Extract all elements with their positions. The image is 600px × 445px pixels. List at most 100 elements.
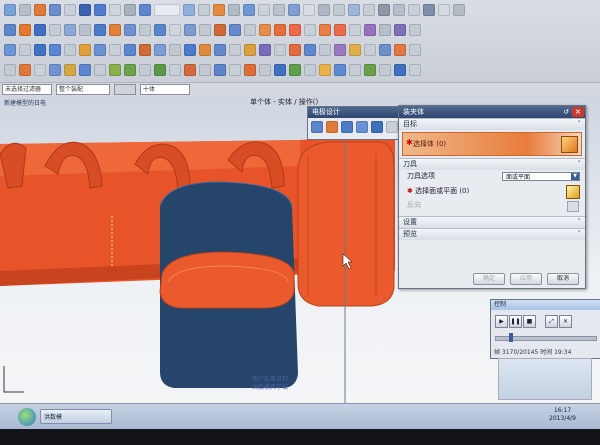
toolbar-button[interactable] <box>4 44 16 56</box>
pause-icon[interactable]: ❚❚ <box>509 315 522 328</box>
toolbar-button[interactable] <box>379 24 391 36</box>
toolbar-button[interactable] <box>274 64 286 76</box>
toolbar-button[interactable] <box>109 64 121 76</box>
toolbar-button[interactable] <box>94 24 106 36</box>
toolbar-button[interactable] <box>19 24 31 36</box>
toolbar-button[interactable] <box>289 44 301 56</box>
toolbar-button[interactable] <box>79 24 91 36</box>
toolbar-button[interactable] <box>109 44 121 56</box>
toolbar-button[interactable] <box>49 4 61 16</box>
toolbar-button[interactable] <box>199 64 211 76</box>
toolbar-button[interactable] <box>409 64 421 76</box>
toolbar-button[interactable] <box>184 44 196 56</box>
toolbar-button[interactable] <box>259 44 271 56</box>
toolbar-button[interactable] <box>274 44 286 56</box>
close-icon[interactable]: × <box>572 107 584 117</box>
toolbar-button[interactable] <box>139 44 151 56</box>
toolbar-button[interactable] <box>409 44 421 56</box>
playback-slider-thumb[interactable] <box>509 333 513 342</box>
toolbar-button[interactable] <box>124 24 136 36</box>
toolbar-button[interactable] <box>394 64 406 76</box>
toolbar-button[interactable] <box>124 44 136 56</box>
toolbar-button[interactable] <box>393 4 405 16</box>
play-icon[interactable]: ▶ <box>495 315 508 328</box>
toolbar-button[interactable] <box>154 4 180 16</box>
reverse-direction-icon[interactable] <box>567 201 579 212</box>
toolbar-button[interactable] <box>274 24 286 36</box>
section-settings[interactable]: 设置 ˅ <box>399 216 585 228</box>
type-filter-dropdown[interactable]: 未选择过滤器 <box>2 84 52 95</box>
toolbar-button[interactable] <box>364 44 376 56</box>
toolbar-button[interactable] <box>49 24 61 36</box>
toolbar-button[interactable] <box>154 24 166 36</box>
toolbar-button[interactable] <box>363 4 375 16</box>
electrode-tool-icon[interactable] <box>356 121 368 133</box>
ok-button[interactable]: 确定 <box>473 273 505 285</box>
toolbar-button[interactable] <box>394 44 406 56</box>
toolbar-button[interactable] <box>319 24 331 36</box>
toolbar-button[interactable] <box>34 44 46 56</box>
toolbar-button[interactable] <box>169 64 181 76</box>
toolbar-button[interactable] <box>184 24 196 36</box>
toolbar-button[interactable] <box>379 44 391 56</box>
reverse-direction-row[interactable]: 反向 <box>399 199 585 212</box>
toolbar-button[interactable] <box>228 4 240 16</box>
toolbar-button[interactable] <box>124 4 136 16</box>
electrode-tool-icon[interactable] <box>341 121 353 133</box>
toolbar-button[interactable] <box>453 4 465 16</box>
toolbar-button[interactable] <box>4 24 16 36</box>
toolbar-button[interactable] <box>19 44 31 56</box>
toolbar-button[interactable] <box>364 24 376 36</box>
toolbar-button[interactable] <box>169 44 181 56</box>
toolbar-button[interactable] <box>259 64 271 76</box>
apply-button[interactable]: 应用 <box>510 273 542 285</box>
toolbar-button[interactable] <box>49 64 61 76</box>
toolbar-button[interactable] <box>19 64 31 76</box>
toolbar-button[interactable] <box>258 4 270 16</box>
toolbar-button[interactable] <box>409 24 421 36</box>
snap-dropdown[interactable]: 十体 <box>140 84 190 95</box>
toolbar-button[interactable] <box>438 4 450 16</box>
tool-option-select[interactable]: 面或平面 ▼ <box>502 172 580 181</box>
toolbar-button[interactable] <box>378 4 390 16</box>
toolbar-button[interactable] <box>4 64 16 76</box>
toolbar-button[interactable] <box>304 44 316 56</box>
toolbar-button[interactable] <box>304 24 316 36</box>
toolbar-button[interactable] <box>423 4 435 16</box>
toolbar-button[interactable] <box>94 4 106 16</box>
zoom-icon[interactable]: ⤢ <box>545 315 558 328</box>
toolbar-button[interactable] <box>244 44 256 56</box>
toolbar-button[interactable] <box>4 4 16 16</box>
toolbar-button[interactable] <box>94 64 106 76</box>
toolbar-button[interactable] <box>154 44 166 56</box>
toolbar-button[interactable] <box>94 44 106 56</box>
toolbar-button[interactable] <box>214 24 226 36</box>
toolbar-button[interactable] <box>154 64 166 76</box>
toolbar-button[interactable] <box>318 4 330 16</box>
toolbar-button[interactable] <box>229 44 241 56</box>
toolbar-button[interactable] <box>64 24 76 36</box>
toolbar-button[interactable] <box>379 64 391 76</box>
toolbar-button[interactable] <box>349 64 361 76</box>
select-body-field[interactable]: ✱ 选择体 (0) <box>402 132 582 156</box>
toolbar-button[interactable] <box>184 64 196 76</box>
toolbar-button[interactable] <box>348 4 360 16</box>
toolbar-button[interactable] <box>34 24 46 36</box>
toolbar-button[interactable] <box>244 64 256 76</box>
toolbar-button[interactable] <box>229 24 241 36</box>
toolbar-button[interactable] <box>319 64 331 76</box>
toolbar-button[interactable] <box>289 64 301 76</box>
toolbar-button[interactable] <box>109 4 121 16</box>
toolbar-button[interactable] <box>334 44 346 56</box>
filter-toggle[interactable] <box>114 84 136 95</box>
toolbar-button[interactable] <box>198 4 210 16</box>
scope-dropdown[interactable]: 整个装配 <box>56 84 110 95</box>
toolbar-button[interactable] <box>183 4 195 16</box>
toolbar-button[interactable] <box>64 64 76 76</box>
toolbar-button[interactable] <box>273 4 285 16</box>
toolbar-button[interactable] <box>394 24 406 36</box>
toolbar-button[interactable] <box>229 64 241 76</box>
electrode-tool-icon[interactable] <box>371 121 383 133</box>
toolbar-button[interactable] <box>109 24 121 36</box>
toolbar-button[interactable] <box>34 64 46 76</box>
